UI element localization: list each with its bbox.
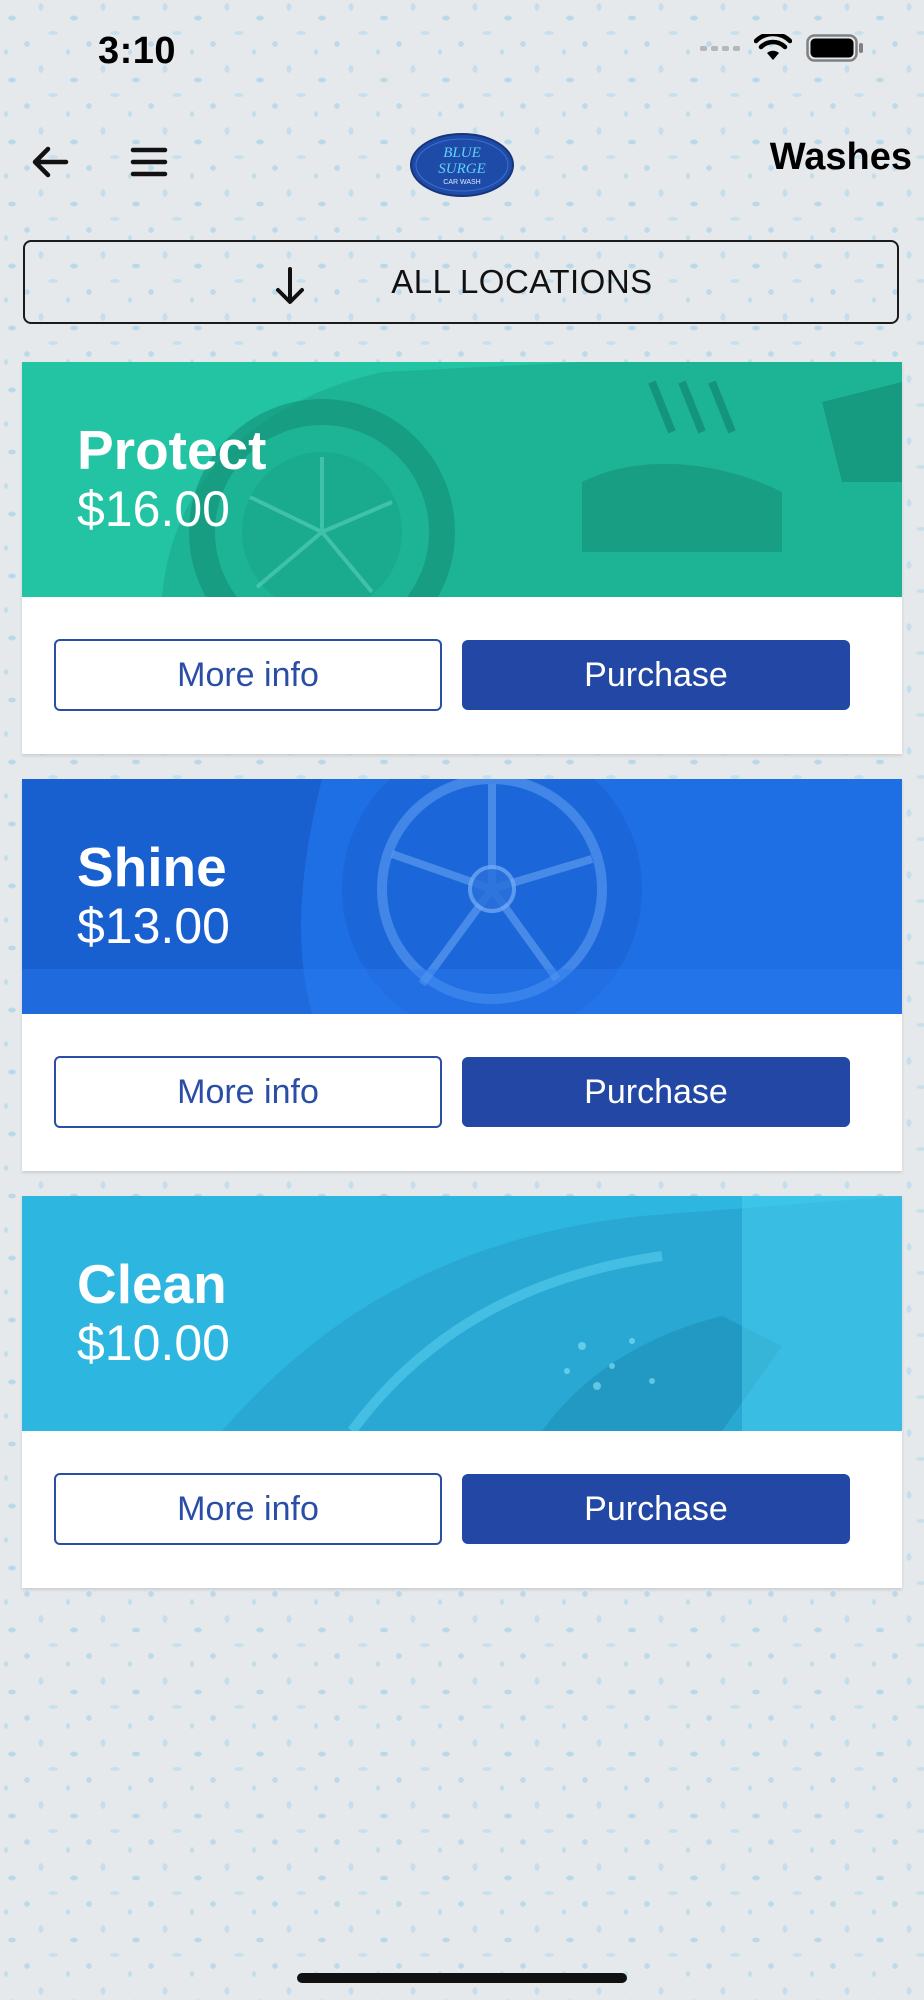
svg-text:SURGE: SURGE <box>438 161 486 177</box>
wash-card-clean: Clean $10.00 More info Purchase <box>22 1196 902 1588</box>
purchase-button[interactable]: Purchase <box>462 1057 850 1127</box>
purchase-button[interactable]: Purchase <box>462 640 850 710</box>
wash-card-protect: Protect $16.00 More info Purchase <box>22 362 902 754</box>
wash-price: $10.00 <box>77 1315 230 1371</box>
home-indicator[interactable] <box>297 1973 627 1983</box>
wash-banner: Protect $16.00 <box>22 362 902 597</box>
wash-banner: Clean $10.00 <box>22 1196 902 1431</box>
wash-price: $13.00 <box>77 898 230 954</box>
back-button[interactable] <box>28 140 72 184</box>
more-info-button[interactable]: More info <box>54 1056 442 1128</box>
status-icons <box>700 34 864 62</box>
status-time: 3:10 <box>98 30 177 72</box>
hamburger-menu-icon <box>130 147 168 177</box>
cellular-signal-icon <box>700 45 740 51</box>
more-info-button[interactable]: More info <box>54 639 442 711</box>
battery-icon <box>806 34 863 62</box>
wash-banner: Shine $13.00 <box>22 779 902 1014</box>
wash-name: Protect <box>77 419 267 481</box>
page-title: Washes <box>769 136 912 178</box>
wash-card-shine: Shine $13.00 More info Purchase <box>22 779 902 1171</box>
wash-name: Shine <box>77 836 227 898</box>
svg-text:BLUE: BLUE <box>443 145 481 161</box>
svg-text:CAR WASH: CAR WASH <box>443 179 480 186</box>
location-selector-label: ALL LOCATIONS <box>391 263 653 300</box>
menu-button[interactable] <box>128 140 172 184</box>
wifi-icon <box>754 34 792 60</box>
purchase-button[interactable]: Purchase <box>462 1474 850 1544</box>
wash-price: $16.00 <box>77 481 230 537</box>
blue-surge-logo: BLUE SURGE CAR WASH <box>408 132 516 198</box>
more-info-button[interactable]: More info <box>54 1473 442 1545</box>
wash-name: Clean <box>77 1253 227 1315</box>
arrow-left-icon <box>32 146 69 178</box>
